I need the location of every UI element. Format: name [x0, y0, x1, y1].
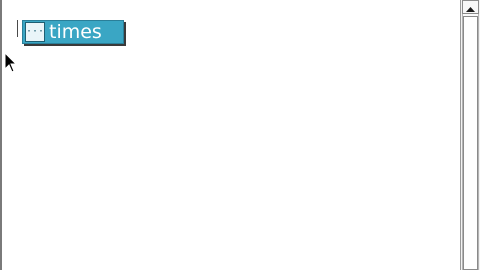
- times-token[interactable]: ··· times: [22, 20, 126, 46]
- scroll-up-button[interactable]: [462, 0, 479, 14]
- vertical-scrollbar[interactable]: [460, 0, 480, 270]
- editor-window: ··· times: [0, 0, 480, 270]
- mouse-pointer-icon: [4, 52, 18, 73]
- block-icon: ···: [25, 22, 45, 42]
- scroll-thumb[interactable]: [463, 16, 478, 270]
- text-caret: [17, 20, 18, 37]
- token-label: times: [49, 20, 102, 43]
- editor-area[interactable]: ··· times: [2, 0, 460, 270]
- token-body[interactable]: ··· times: [22, 20, 124, 44]
